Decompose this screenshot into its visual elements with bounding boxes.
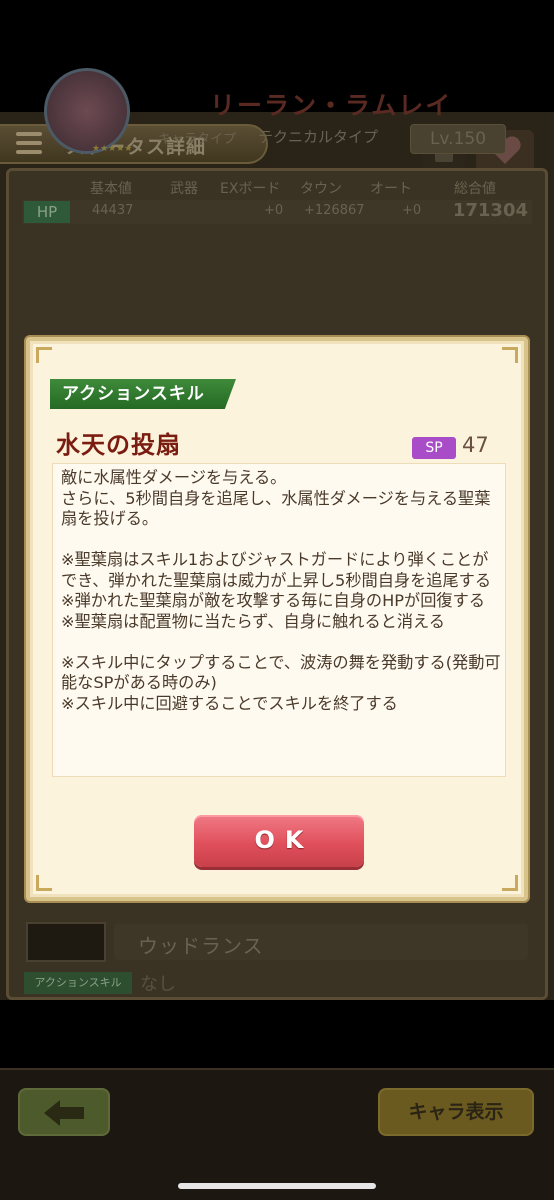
chara-type-value: テクニカルタイプ — [258, 128, 379, 146]
skill-description: 敵に水属性ダメージを与える。 さらに、5秒間自身を追尾し、水属性ダメージを与える… — [61, 468, 501, 713]
hp-ex-board: +0 — [264, 203, 284, 218]
skill-description-box: 敵に水属性ダメージを与える。 さらに、5秒間自身を追尾し、水属性ダメージを与える… — [52, 463, 506, 777]
sp-value: 47 — [462, 433, 489, 457]
chara-type-label: キャラタイプ — [158, 132, 237, 147]
weapon-row[interactable]: ウッドランス — [20, 920, 532, 964]
weapon-action-skill-label: アクションスキル — [24, 972, 132, 994]
frame-corner — [502, 347, 518, 363]
hp-total: 171304 — [452, 200, 528, 221]
stat-header-town: タウン — [300, 181, 342, 197]
skill-name: 水天の投扇 — [56, 431, 181, 459]
character-name: リーラン・ラムレイ — [210, 91, 453, 120]
frame-corner — [36, 347, 52, 363]
stat-header-weapon: 武器 — [170, 181, 198, 197]
weapon-image — [26, 922, 106, 962]
ok-button[interactable]: OK — [194, 815, 364, 867]
character-avatar — [44, 68, 130, 154]
hp-base: 44437 — [92, 203, 134, 218]
stat-header-base: 基本値 — [90, 181, 132, 197]
frame-corner — [36, 875, 52, 891]
frame-corner — [502, 875, 518, 891]
menu-icon[interactable] — [16, 132, 42, 154]
hp-label: HP — [24, 201, 70, 223]
skill-detail-dialog: アクションスキル 水天の投扇 SP 47 敵に水属性ダメージを与える。 さらに、… — [26, 337, 528, 901]
sp-badge: SP — [412, 437, 456, 459]
hp-auto: +0 — [402, 203, 422, 218]
weapon-action-skill-value: なし — [140, 974, 176, 995]
weapon-name-box: ウッドランス — [114, 924, 528, 960]
hp-town: +126867 — [304, 203, 365, 218]
back-arrow-icon — [44, 1100, 84, 1126]
chara-display-button[interactable]: キャラ表示 — [378, 1088, 534, 1136]
ok-label: OK — [254, 826, 314, 854]
stat-header-total: 総合値 — [454, 181, 496, 197]
home-indicator — [178, 1183, 376, 1189]
chara-display-label: キャラ表示 — [408, 1101, 504, 1123]
weapon-name: ウッドランス — [138, 934, 264, 958]
hp-row: HP 44437 +0 +126867 +0 171304 — [22, 200, 532, 224]
level-badge: Lv.150 — [410, 124, 506, 154]
stat-header-exboard: EXボード — [220, 181, 281, 197]
rarity-stars: ★★★★★ — [92, 144, 133, 154]
action-skill-tag: アクションスキル — [50, 379, 236, 409]
stat-header-auto: オート — [370, 181, 412, 197]
back-button[interactable] — [18, 1088, 110, 1136]
